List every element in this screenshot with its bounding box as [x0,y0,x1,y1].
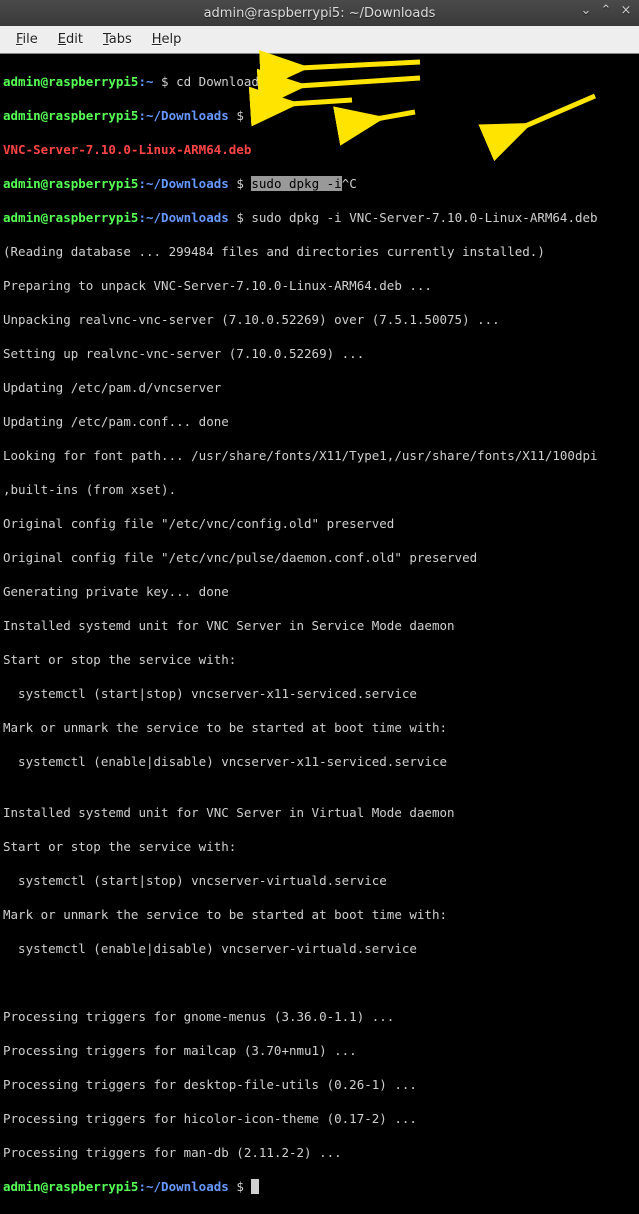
menu-help[interactable]: Help [142,28,192,51]
selected-text: sudo dpkg -i [251,176,341,191]
term-output: Processing triggers for mailcap (3.70+nm… [3,1042,636,1059]
term-line: VNC-Server-7.10.0-Linux-ARM64.deb [3,141,636,158]
term-output: Original config file "/etc/vnc/pulse/dae… [3,549,636,566]
term-output: Mark or unmark the service to be started… [3,719,636,736]
term-output: Original config file "/etc/vnc/config.ol… [3,515,636,532]
prompt-user-host: admin@raspberrypi5 [3,74,138,89]
command-cd: cd Downloads [176,74,266,89]
term-line: admin@raspberrypi5:~/Downloads $ [3,1178,636,1195]
command-dpkg: sudo dpkg -i VNC-Server-7.10.0-Linux-ARM… [251,210,597,225]
file-listing: VNC-Server-7.10.0-Linux-ARM64.deb [3,142,251,157]
maximize-icon[interactable]: ⌃ [599,3,613,18]
term-output: Installed systemd unit for VNC Server in… [3,804,636,821]
term-output: Installed systemd unit for VNC Server in… [3,617,636,634]
term-output: Unpacking realvnc-vnc-server (7.10.0.522… [3,311,636,328]
term-output: Setting up realvnc-vnc-server (7.10.0.52… [3,345,636,362]
window-controls: ⌄ ⌃ × [579,3,633,18]
term-output: Updating /etc/pam.conf... done [3,413,636,430]
window-title: admin@raspberrypi5: ~/Downloads [204,6,436,21]
window-titlebar: admin@raspberrypi5: ~/Downloads ⌄ ⌃ × [0,0,639,26]
term-output: Mark or unmark the service to be started… [3,906,636,923]
term-output: Processing triggers for desktop-file-uti… [3,1076,636,1093]
close-icon[interactable]: × [619,3,633,18]
term-output: ,built-ins (from xset). [3,481,636,498]
menu-bar: File Edit Tabs Help [0,26,639,54]
term-output: systemctl (start|stop) vncserver-x11-ser… [3,685,636,702]
term-output: Updating /etc/pam.d/vncserver [3,379,636,396]
menu-edit[interactable]: Edit [48,28,93,51]
term-output: Processing triggers for hicolor-icon-the… [3,1110,636,1127]
term-line: admin@raspberrypi5:~/Downloads $ ls [3,107,636,124]
menu-file[interactable]: File [6,28,48,51]
term-output: Processing triggers for man-db (2.11.2-2… [3,1144,636,1161]
term-output: Start or stop the service with: [3,838,636,855]
menu-tabs[interactable]: Tabs [93,28,142,51]
term-line: admin@raspberrypi5:~/Downloads $ sudo dp… [3,175,636,192]
term-line: admin@raspberrypi5:~/Downloads $ sudo dp… [3,209,636,226]
term-line: admin@raspberrypi5:~ $ cd Downloads [3,73,636,90]
term-output: systemctl (enable|disable) vncserver-x11… [3,753,636,770]
cursor-icon [251,1179,259,1194]
term-output: Preparing to unpack VNC-Server-7.10.0-Li… [3,277,636,294]
term-output: systemctl (start|stop) vncserver-virtual… [3,872,636,889]
term-output: Processing triggers for gnome-menus (3.3… [3,1008,636,1025]
command-ls: ls [251,108,266,123]
term-output: (Reading database ... 299484 files and d… [3,243,636,260]
term-output: Looking for font path... /usr/share/font… [3,447,636,464]
term-output: Generating private key... done [3,583,636,600]
term-output: Start or stop the service with: [3,651,636,668]
minimize-icon[interactable]: ⌄ [579,3,593,18]
term-output: systemctl (enable|disable) vncserver-vir… [3,940,636,957]
terminal-area[interactable]: admin@raspberrypi5:~ $ cd Downloads admi… [0,54,639,1214]
